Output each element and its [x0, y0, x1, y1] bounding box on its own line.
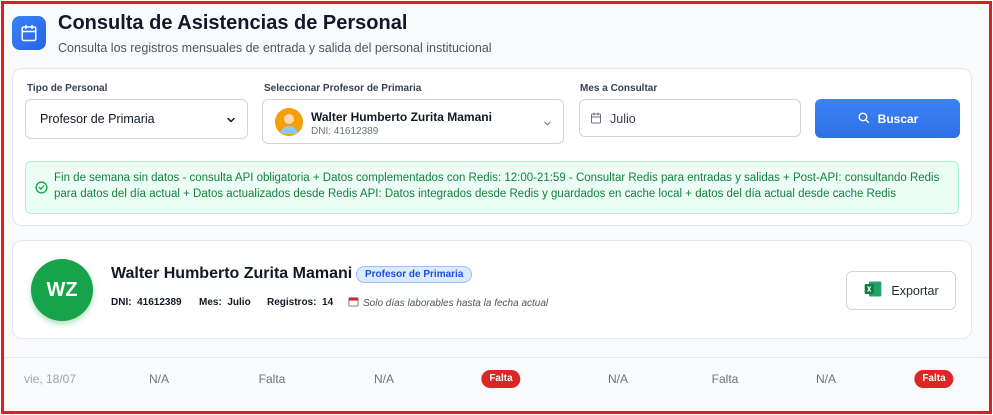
page-subtitle: Consulta los registros mensuales de entr… — [58, 41, 492, 55]
row-cell: N/A — [373, 372, 395, 386]
tipo-personal-select[interactable]: Profesor de Primaria — [25, 99, 248, 139]
row-cell: N/A — [607, 372, 629, 386]
mes-input[interactable]: Julio — [579, 99, 801, 137]
screenshot-frame: Consulta de Asistencias de Personal Cons… — [1, 1, 992, 414]
row-cell: N/A — [148, 372, 170, 386]
mes-label: Mes a Consultar — [580, 83, 658, 94]
row-cell: Falta — [711, 372, 739, 386]
note-text: Solo días laborables hasta la fecha actu… — [348, 296, 548, 310]
registros-info: Registros: 14 — [267, 297, 334, 308]
calendar-icon — [348, 296, 359, 310]
search-icon — [857, 111, 870, 127]
tipo-label: Tipo de Personal — [27, 83, 108, 94]
avatar — [275, 108, 303, 136]
buscar-button[interactable]: Buscar — [815, 99, 960, 138]
status-badge: Falta — [914, 370, 954, 388]
excel-icon — [863, 279, 883, 302]
check-circle-icon — [35, 181, 48, 199]
calendar-icon — [590, 111, 602, 129]
dni-info: DNI: 41612389 — [111, 297, 182, 308]
calendar-icon — [12, 16, 46, 50]
page-title: Consulta de Asistencias de Personal — [58, 12, 408, 34]
avatar: WZ — [31, 259, 93, 321]
page-header: Consulta de Asistencias de Personal Cons… — [10, 10, 980, 66]
mes-info: Mes: Julio — [199, 297, 251, 308]
profile-name: Walter Humberto Zurita Mamani — [111, 265, 353, 282]
profile-card: WZ Walter Humberto Zurita Mamani Profeso… — [12, 240, 972, 339]
role-badge: Profesor de Primaria — [356, 266, 473, 283]
table-row: vie, 18/07 N/A Falta N/A Falta N/A Falta… — [4, 357, 989, 399]
export-label: Exportar — [891, 283, 939, 298]
export-button[interactable]: Exportar — [846, 271, 956, 310]
row-date: vie, 18/07 — [23, 372, 77, 386]
mes-value: Julio — [610, 112, 636, 126]
profesor-name: Walter Humberto Zurita Mamani — [311, 110, 492, 124]
chevron-down-icon — [225, 113, 237, 131]
tipo-personal-value: Profesor de Primaria — [40, 112, 155, 126]
row-cell: Falta — [258, 372, 286, 386]
status-badge: Falta — [481, 370, 521, 388]
info-message-text: Fin de semana sin datos - consulta API o… — [54, 172, 940, 200]
row-cell: N/A — [815, 372, 837, 386]
chevron-down-icon — [542, 116, 553, 134]
info-message-box: Fin de semana sin datos - consulta API o… — [25, 161, 959, 214]
buscar-label: Buscar — [877, 111, 919, 126]
filter-card: Tipo de Personal Profesor de Primaria Se… — [12, 68, 972, 226]
profesor-label: Seleccionar Profesor de Primaria — [264, 83, 422, 94]
profesor-dni: DNI: 41612389 — [311, 126, 379, 137]
profesor-select[interactable]: Walter Humberto Zurita Mamani DNI: 41612… — [262, 99, 564, 144]
